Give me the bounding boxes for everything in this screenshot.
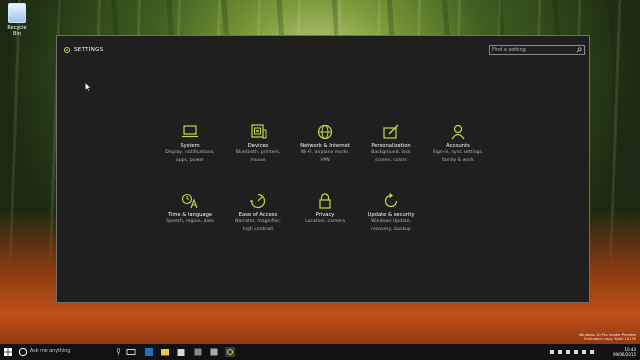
ease-of-access-icon [250, 193, 266, 209]
microphone-icon[interactable] [116, 348, 121, 356]
tile-desc-line2: high contrast [242, 226, 274, 232]
devices-icon [251, 124, 267, 139]
globe-icon [317, 124, 333, 140]
recycle-bin-shortcut[interactable]: Recycle Bin [3, 3, 31, 37]
tile-desc-line2: family & work [442, 157, 474, 163]
mouse-cursor-icon [85, 83, 91, 91]
taskbar-search-placeholder[interactable]: Ask me anything [30, 349, 70, 354]
time-language-icon [181, 193, 198, 209]
cortana-icon[interactable] [18, 347, 28, 357]
app-icon-2[interactable] [209, 347, 219, 357]
tile-accounts[interactable]: Accounts Sign-in, sync settings, family … [418, 124, 498, 164]
watermark-line2: Evaluation copy. Build 10130 [583, 337, 636, 342]
task-view-icon[interactable] [126, 347, 136, 357]
lock-icon [319, 193, 331, 209]
recycle-bin-icon [8, 3, 26, 23]
clock[interactable]: 10:43 09/06/2015 [613, 347, 636, 357]
search-box[interactable] [489, 45, 585, 55]
app-icon[interactable] [193, 347, 203, 357]
tile-title: Accounts [446, 143, 470, 149]
clock-date: 09/06/2015 [612, 352, 636, 357]
laptop-icon [182, 125, 198, 138]
refresh-icon [384, 193, 398, 208]
settings-window: SETTINGS System Display, notifications, … [56, 35, 590, 303]
taskbar: Ask me anything 10:43 09/06/2015 [0, 344, 640, 360]
tile-desc-line1: Sign-in, sync settings, [432, 150, 484, 155]
search-icon[interactable] [576, 47, 582, 53]
window-title: SETTINGS [74, 47, 104, 53]
search-input[interactable] [492, 46, 572, 54]
tile-update-security[interactable]: Update & security Windows Update, recove… [351, 193, 431, 233]
build-watermark: Windows 10 Pro Insider Preview Evaluatio… [579, 333, 636, 342]
recycle-bin-label: Recycle Bin [7, 25, 27, 37]
system-tray-icons[interactable] [548, 349, 598, 355]
file-explorer-icon[interactable] [160, 347, 170, 357]
paint-icon [383, 124, 399, 139]
windows-start-icon[interactable] [4, 348, 12, 356]
tile-desc-line1: Windows Update, [370, 219, 412, 224]
tile-title: Update & security [367, 212, 415, 218]
store-icon[interactable] [176, 347, 186, 357]
settings-app-icon[interactable] [225, 347, 235, 357]
title-bar: SETTINGS [57, 36, 589, 64]
gear-icon [63, 46, 71, 54]
tile-desc-line2: recovery, backup [371, 226, 411, 232]
person-icon [451, 124, 465, 140]
edge-browser-icon[interactable] [144, 347, 154, 357]
